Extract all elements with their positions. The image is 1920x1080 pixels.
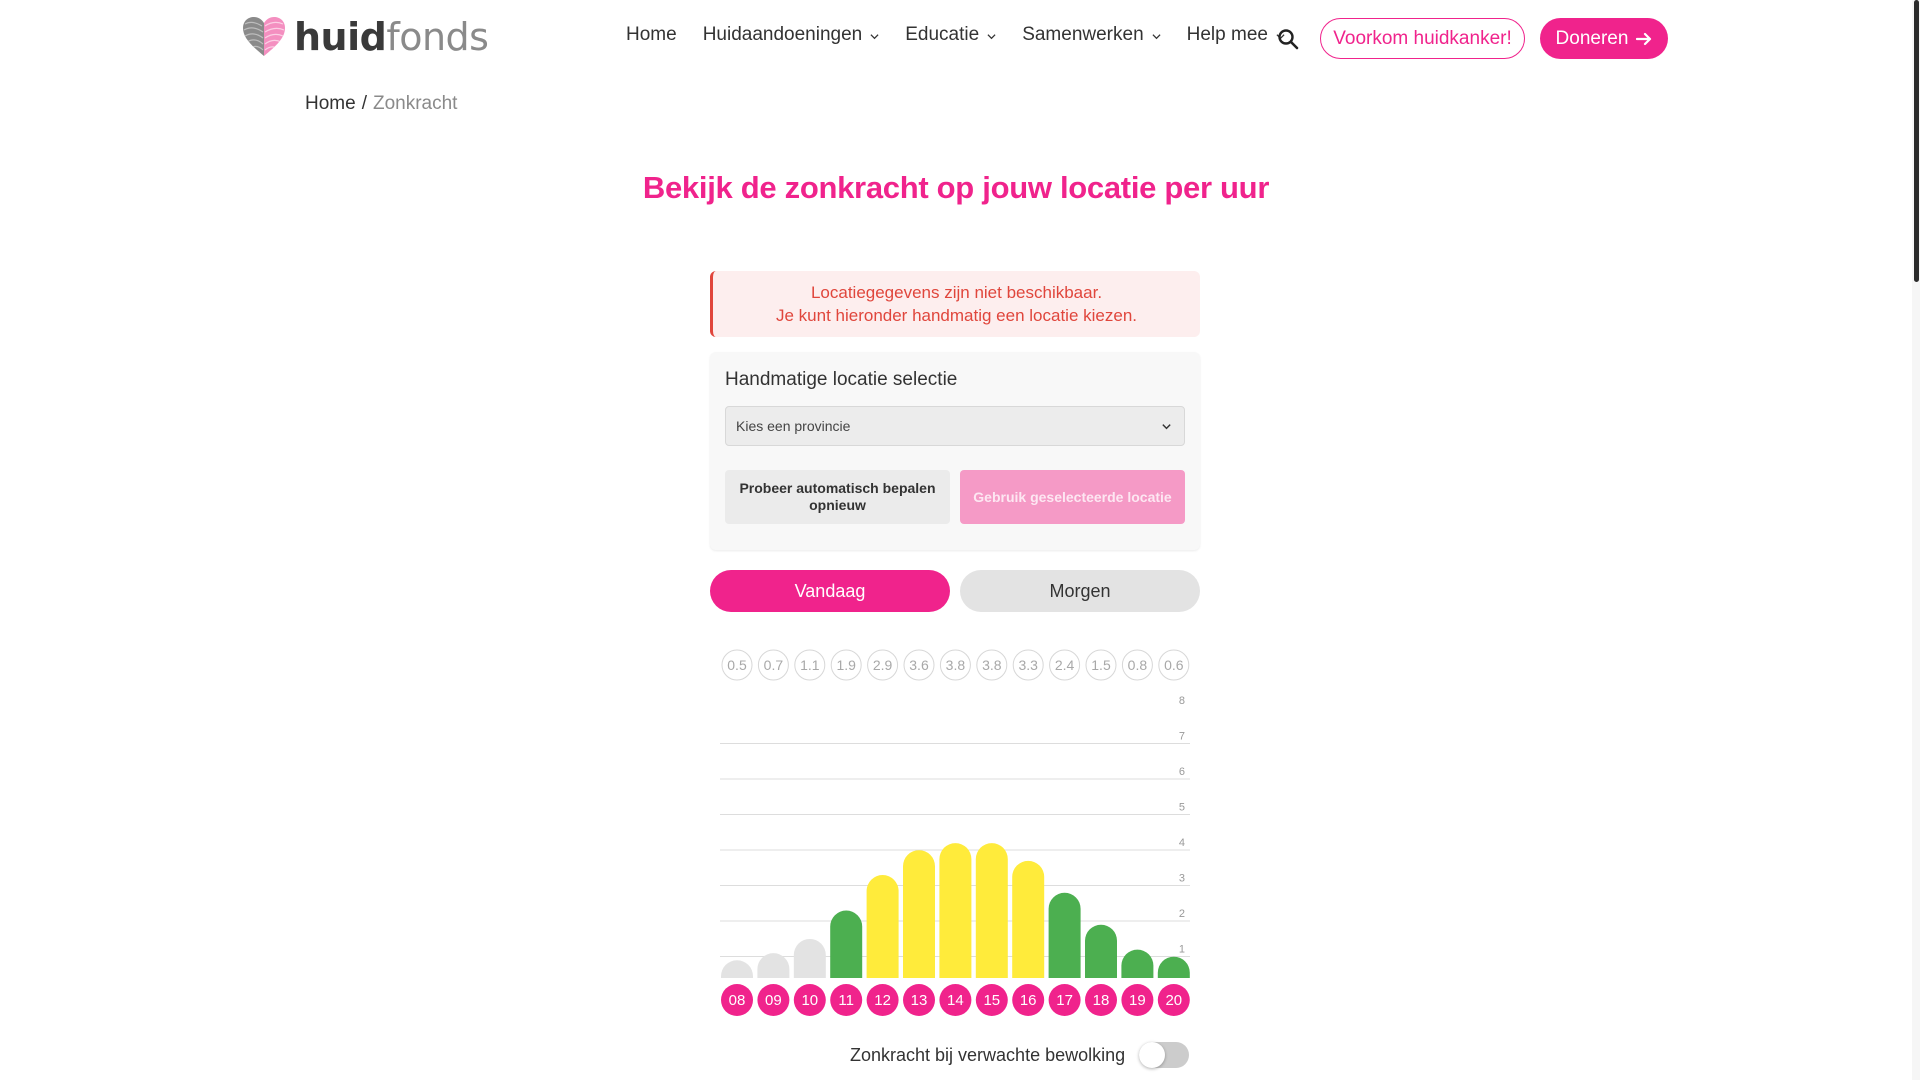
hour-label: 17: [1056, 992, 1073, 1009]
chevron-down-icon: [1162, 424, 1171, 430]
nav-educatie[interactable]: Educatie: [905, 24, 996, 46]
manual-location-title: Handmatige locatie selectie: [725, 369, 958, 390]
uv-value-label: 1.5: [1091, 657, 1111, 673]
uv-value-label: 1.9: [836, 657, 856, 673]
chevron-down-icon: [1152, 33, 1161, 39]
uv-bar[interactable]: [1085, 924, 1117, 978]
y-tick-label: 6: [1179, 766, 1185, 778]
y-tick-label: 4: [1179, 837, 1185, 849]
uv-value-label: 1.1: [800, 657, 820, 673]
huidfonds-logo[interactable]: huidfonds: [242, 14, 489, 60]
hour-label: 12: [874, 992, 891, 1009]
y-tick-label: 8: [1179, 695, 1185, 707]
breadcrumb: Home / Zonkracht: [305, 93, 457, 115]
breadcrumb-home[interactable]: Home: [305, 93, 356, 115]
logo-wordmark: huidfonds: [294, 15, 489, 59]
alert-line-1: Locatiegegevens zijn niet beschikbaar.: [810, 283, 1103, 302]
uv-bar[interactable]: [830, 910, 863, 978]
uv-bar[interactable]: [721, 960, 753, 978]
manual-location-card: Handmatige locatie selectie Kies een pro…: [710, 352, 1200, 550]
uv-bar[interactable]: [1048, 892, 1081, 978]
arrow-right-icon: [1636, 32, 1652, 45]
uv-bar[interactable]: [1157, 956, 1190, 978]
nav-samenwerken[interactable]: Samenwerken: [1022, 24, 1161, 46]
nav-huidaandoeningen[interactable]: Huidaandoeningen: [703, 24, 880, 46]
doneren-button[interactable]: Doneren: [1540, 18, 1668, 59]
alert-line-2: Je kunt hieronder handmatig een locatie …: [775, 306, 1137, 325]
breadcrumb-separator: /: [361, 93, 367, 114]
cloud-toggle-label: Zonkracht bij verwachte bewolking: [850, 1044, 1126, 1065]
uv-index-chart: 8 7 6 5 4 3 2 1 0.5 08 0.7 09 1.1 10 1.9 11 2.9 12 3.6 13 3.…: [720, 649, 1190, 1016]
uv-bar[interactable]: [866, 875, 899, 978]
use-selected-location-button[interactable]: Gebruik geselecteerde locatie: [960, 470, 1185, 524]
tab-vandaag[interactable]: Vandaag: [710, 570, 950, 612]
hour-label: 13: [911, 992, 928, 1009]
switch-knob: [1139, 1042, 1166, 1068]
uv-value-label: 2.9: [873, 657, 893, 673]
retry-auto-location-button[interactable]: Probeer automatisch bepalen opnieuw: [725, 470, 950, 524]
uv-value-label: 3.6: [909, 657, 929, 673]
y-tick-label: 2: [1179, 908, 1185, 920]
search-icon[interactable]: [1276, 27, 1300, 51]
uv-bar[interactable]: [1012, 860, 1045, 978]
uv-value-label: 3.8: [946, 657, 966, 673]
site-header: huidfonds Home Huidaandoeningen Educatie…: [0, 0, 1920, 76]
hour-label: 11: [838, 992, 854, 1009]
uv-bar[interactable]: [903, 850, 935, 978]
location-error-alert: Locatiegegevens zijn niet beschikbaar. J…: [710, 271, 1200, 337]
voorkom-huidkanker-button[interactable]: Voorkom huidkanker!: [1320, 18, 1525, 59]
breadcrumb-current: Zonkracht: [372, 93, 458, 114]
cloud-toggle-switch[interactable]: [1139, 1042, 1190, 1068]
hour-label: 20: [1165, 992, 1182, 1009]
y-tick-label: 3: [1179, 873, 1185, 885]
hour-label: 18: [1093, 992, 1110, 1009]
chevron-down-icon: [870, 33, 879, 39]
hour-label: 14: [947, 992, 964, 1009]
chevron-down-icon: [987, 33, 996, 39]
scrollbar[interactable]: [1912, 0, 1920, 1080]
tab-morgen[interactable]: Morgen: [960, 570, 1200, 612]
uv-bar[interactable]: [939, 843, 972, 978]
heart-logo-icon: [243, 17, 285, 56]
cloud-toggle-row: Zonkracht bij verwachte bewolking: [850, 1042, 1190, 1068]
y-tick-label: 5: [1179, 802, 1185, 814]
uv-bar[interactable]: [1121, 949, 1154, 978]
hour-label: 19: [1129, 992, 1146, 1009]
y-tick-label: 7: [1179, 731, 1185, 743]
uv-bar[interactable]: [793, 938, 826, 978]
uv-value-label: 0.6: [1164, 657, 1184, 673]
hour-label: 09: [765, 992, 782, 1009]
province-select-value: Kies een provincie: [736, 418, 851, 434]
hour-label: 10: [801, 992, 818, 1009]
hour-label: 16: [1020, 992, 1037, 1009]
nav-home[interactable]: Home: [626, 24, 677, 46]
page-title: Bekijk de zonkracht op jouw locatie per …: [642, 170, 1270, 205]
uv-value-label: 0.7: [764, 657, 784, 673]
hour-label: 08: [729, 992, 746, 1009]
uv-value-label: 3.8: [982, 657, 1002, 673]
uv-bar[interactable]: [975, 843, 1008, 978]
y-tick-label: 1: [1179, 944, 1185, 956]
uv-value-label: 0.8: [1128, 657, 1148, 673]
hour-label: 15: [983, 992, 1000, 1009]
scrollbar-thumb[interactable]: [1914, 0, 1919, 282]
uv-value-label: 0.5: [727, 657, 747, 673]
province-select[interactable]: Kies een provincie: [725, 406, 1185, 446]
main-nav: Home Huidaandoeningen Educatie Samenwerk…: [626, 24, 1311, 46]
nav-help-mee[interactable]: Help mee: [1187, 24, 1285, 46]
uv-value-label: 2.4: [1055, 657, 1075, 673]
uv-value-label: 3.3: [1018, 657, 1038, 673]
